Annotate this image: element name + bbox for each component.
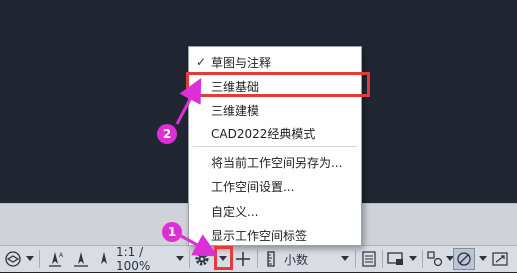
callout-arrow-one [180, 234, 218, 257]
callout-marker-two: 2 [157, 124, 177, 144]
callout-arrows [175, 78, 218, 257]
callout-arrow-two [175, 78, 202, 125]
callout-marker-one: 1 [162, 222, 182, 242]
